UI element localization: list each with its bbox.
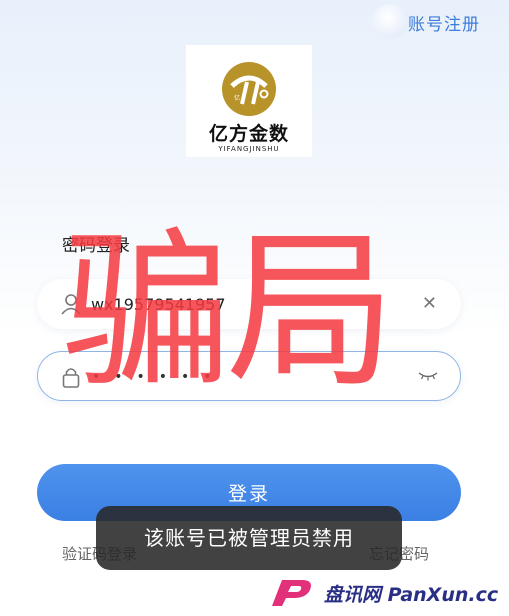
account-disabled-toast: 该账号已被管理员禁用 — [96, 506, 402, 570]
password-field[interactable] — [37, 351, 461, 401]
watermark-text: 盘讯网 PanXun.cc — [324, 584, 499, 606]
brand-logo: 亿 亿方金数 YIFANGJINSHU — [186, 45, 312, 157]
brand-subtitle: YIFANGJINSHU — [218, 145, 280, 153]
password-login-title: 密码登录 — [62, 236, 130, 256]
decorative-bubble — [372, 4, 410, 38]
site-watermark: 盘讯网 PanXun.cc — [268, 574, 504, 612]
username-field[interactable]: ✕ — [37, 279, 461, 329]
register-link[interactable]: 账号注册 — [408, 10, 480, 35]
lock-icon — [62, 368, 80, 388]
eye-closed-icon[interactable] — [418, 371, 438, 381]
svg-text:亿: 亿 — [234, 94, 240, 102]
brand-name: 亿方金数 — [208, 123, 289, 145]
password-input[interactable] — [92, 362, 412, 392]
watermark-logo-icon — [272, 580, 311, 606]
user-icon — [61, 294, 81, 315]
username-input[interactable] — [91, 289, 411, 319]
clear-icon[interactable]: ✕ — [422, 293, 437, 315]
gold-circle-logo-icon: 亿 — [222, 62, 276, 116]
